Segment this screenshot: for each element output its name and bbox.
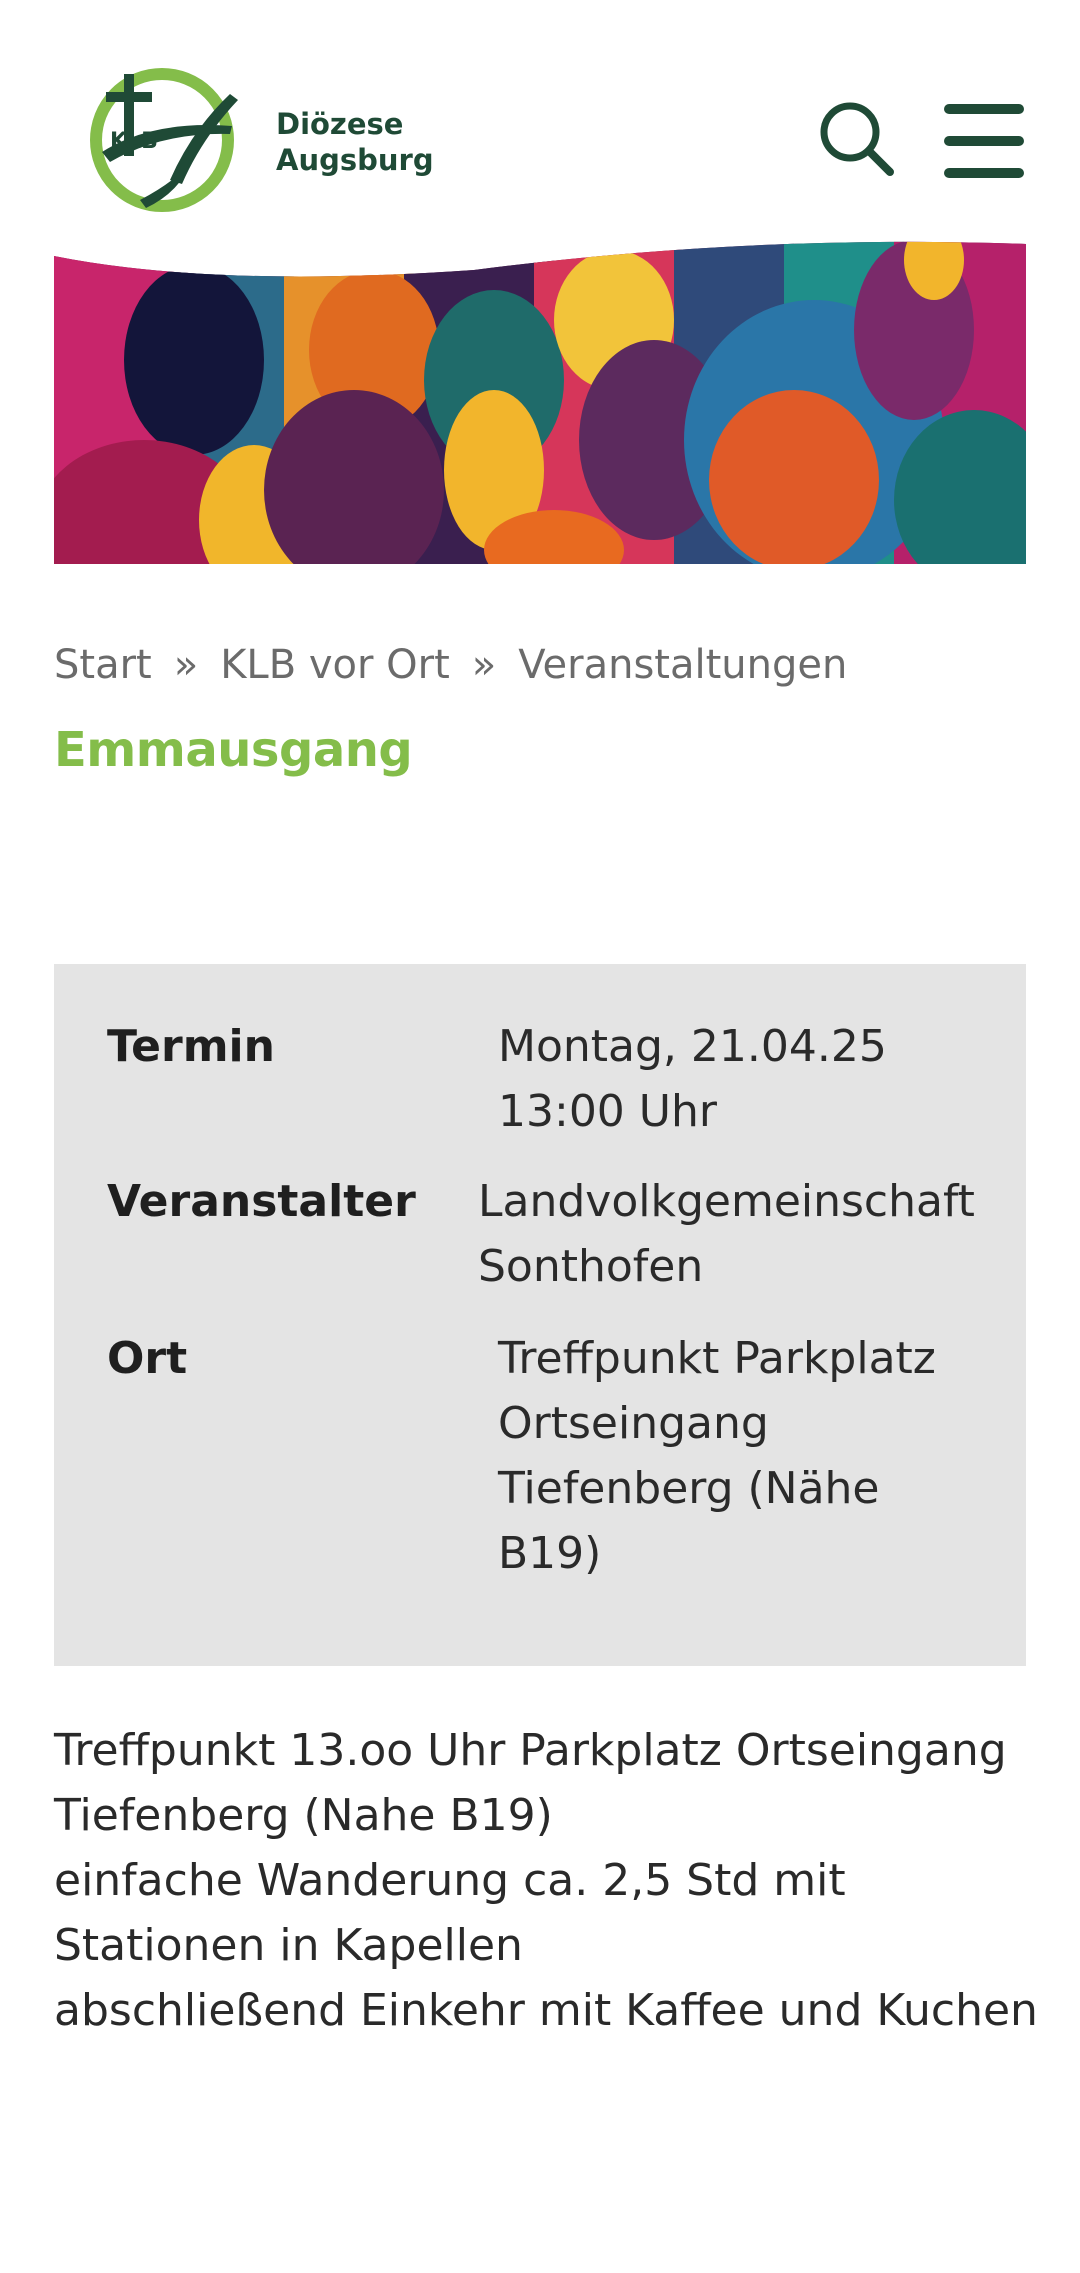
termin-label: Termin	[107, 1021, 275, 1072]
event-info-box: Termin Montag, 21.04.25 13:00 Uhr Verans…	[54, 964, 1026, 1666]
search-icon	[820, 102, 894, 176]
klb-logo[interactable]: KLB	[82, 60, 242, 220]
termin-value: Montag, 21.04.25 13:00 Uhr	[498, 1021, 887, 1137]
svg-text:KLB: KLB	[110, 129, 158, 154]
hamburger-menu-icon	[944, 104, 1024, 178]
site-header: KLB Diözese Augsburg	[0, 0, 1080, 250]
breadcrumb: Start » KLB vor Ort » Veranstaltungen	[54, 642, 847, 688]
description-line-meeting-point: Treffpunkt 13.oo Uhr Parkplatz Ortseinga…	[54, 1725, 1007, 1841]
search-button[interactable]	[818, 100, 898, 180]
event-row-ort: Ort Treffpunkt Parkplatz Ortseingang Tie…	[107, 1326, 987, 1586]
breadcrumb-start[interactable]: Start	[54, 642, 152, 688]
breadcrumb-klb-vor-ort[interactable]: KLB vor Ort	[220, 642, 450, 688]
event-row-veranstalter: Veranstalter Landvolkgemeinschaft Sontho…	[107, 1169, 987, 1299]
page-title: Emmausgang	[54, 722, 413, 778]
colorful-silhouettes-image	[54, 241, 1026, 565]
logo-line-dioezese: Diözese	[276, 107, 404, 141]
logo-wordmark[interactable]: Diözese Augsburg	[276, 106, 434, 178]
ort-label: Ort	[107, 1333, 188, 1384]
description-line-coffee: abschließend Einkehr mit Kaffee und Kuch…	[54, 1985, 1038, 2036]
hero-banner-image	[54, 240, 1026, 565]
description-line-hike: einfache Wanderung ca. 2,5 Std mit Stati…	[54, 1855, 846, 1971]
event-description: Treffpunkt 13.oo Uhr Parkplatz Ortseinga…	[54, 1718, 1044, 2043]
breadcrumb-separator: »	[471, 642, 497, 688]
menu-button[interactable]	[944, 98, 1026, 184]
veranstalter-label: Veranstalter	[107, 1176, 416, 1227]
event-row-termin: Termin Montag, 21.04.25 13:00 Uhr	[107, 1014, 987, 1144]
breadcrumb-separator: »	[173, 642, 199, 688]
logo-line-augsburg: Augsburg	[276, 143, 434, 177]
breadcrumb-veranstaltungen[interactable]: Veranstaltungen	[518, 642, 847, 688]
ort-value: Treffpunkt Parkplatz Ortseingang Tiefenb…	[498, 1333, 936, 1579]
klb-logo-icon: KLB	[90, 68, 238, 212]
veranstalter-value: Landvolkgemeinschaft Sonthofen	[478, 1176, 975, 1292]
